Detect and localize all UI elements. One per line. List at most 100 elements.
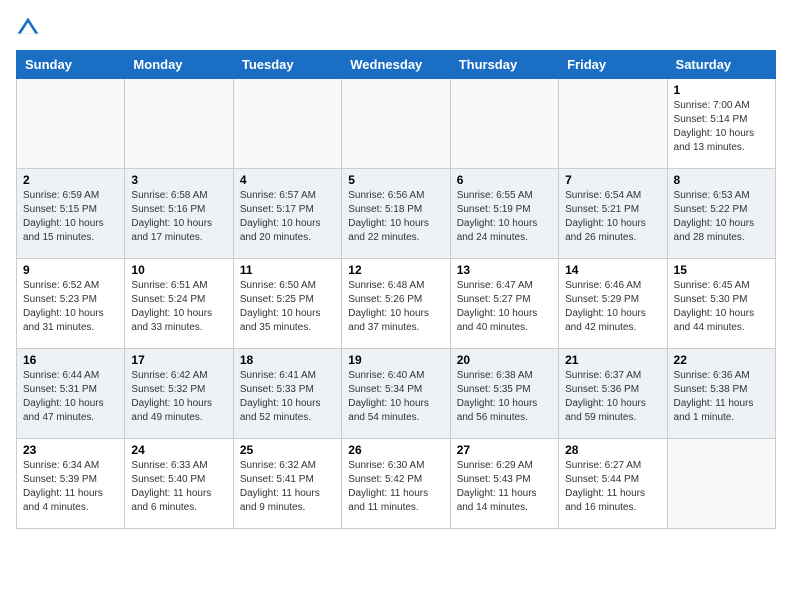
page-header [16, 16, 776, 40]
day-number: 21 [565, 353, 660, 367]
day-info: Sunrise: 6:41 AM Sunset: 5:33 PM Dayligh… [240, 369, 335, 425]
day-number: 22 [674, 353, 769, 367]
calendar-cell: 28 Sunrise: 6:27 AM Sunset: 5:44 PM Dayli… [559, 439, 667, 529]
day-number: 23 [23, 443, 118, 457]
calendar-cell: 19 Sunrise: 6:40 AM Sunset: 5:34 PM Dayli… [342, 349, 450, 439]
calendar-cell: 7 Sunrise: 6:54 AM Sunset: 5:21 PM Daylig… [559, 169, 667, 259]
calendar-week-row: 16 Sunrise: 6:44 AM Sunset: 5:31 PM Dayli… [17, 349, 776, 439]
calendar-cell: 2 Sunrise: 6:59 AM Sunset: 5:15 PM Daylig… [17, 169, 125, 259]
weekday-header: Sunday [17, 51, 125, 79]
weekday-header: Saturday [667, 51, 775, 79]
calendar-table: SundayMondayTuesdayWednesdayThursdayFrid… [16, 50, 776, 529]
calendar-cell: 5 Sunrise: 6:56 AM Sunset: 5:18 PM Daylig… [342, 169, 450, 259]
day-number: 24 [131, 443, 226, 457]
calendar-cell [450, 79, 558, 169]
day-info: Sunrise: 6:45 AM Sunset: 5:30 PM Dayligh… [674, 279, 769, 335]
calendar-cell: 16 Sunrise: 6:44 AM Sunset: 5:31 PM Dayli… [17, 349, 125, 439]
calendar-cell: 11 Sunrise: 6:50 AM Sunset: 5:25 PM Dayli… [233, 259, 341, 349]
day-number: 4 [240, 173, 335, 187]
day-number: 15 [674, 263, 769, 277]
day-info: Sunrise: 6:44 AM Sunset: 5:31 PM Dayligh… [23, 369, 118, 425]
calendar-cell: 26 Sunrise: 6:30 AM Sunset: 5:42 PM Dayli… [342, 439, 450, 529]
day-info: Sunrise: 6:53 AM Sunset: 5:22 PM Dayligh… [674, 189, 769, 245]
day-number: 14 [565, 263, 660, 277]
day-number: 17 [131, 353, 226, 367]
logo-icon [16, 16, 40, 40]
calendar-cell: 10 Sunrise: 6:51 AM Sunset: 5:24 PM Dayli… [125, 259, 233, 349]
day-info: Sunrise: 6:34 AM Sunset: 5:39 PM Dayligh… [23, 459, 118, 515]
day-info: Sunrise: 6:59 AM Sunset: 5:15 PM Dayligh… [23, 189, 118, 245]
weekday-header: Monday [125, 51, 233, 79]
calendar-cell [559, 79, 667, 169]
calendar-cell [17, 79, 125, 169]
day-number: 11 [240, 263, 335, 277]
calendar-cell: 15 Sunrise: 6:45 AM Sunset: 5:30 PM Dayli… [667, 259, 775, 349]
day-number: 7 [565, 173, 660, 187]
calendar-week-row: 2 Sunrise: 6:59 AM Sunset: 5:15 PM Daylig… [17, 169, 776, 259]
logo [16, 16, 44, 40]
calendar-cell: 1Sunrise: 7:00 AM Sunset: 5:14 PM Daylig… [667, 79, 775, 169]
day-info: Sunrise: 6:30 AM Sunset: 5:42 PM Dayligh… [348, 459, 443, 515]
calendar-cell: 23 Sunrise: 6:34 AM Sunset: 5:39 PM Dayli… [17, 439, 125, 529]
day-number: 6 [457, 173, 552, 187]
calendar-cell: 17 Sunrise: 6:42 AM Sunset: 5:32 PM Dayli… [125, 349, 233, 439]
day-info: Sunrise: 6:58 AM Sunset: 5:16 PM Dayligh… [131, 189, 226, 245]
day-info: Sunrise: 6:40 AM Sunset: 5:34 PM Dayligh… [348, 369, 443, 425]
calendar-cell: 21 Sunrise: 6:37 AM Sunset: 5:36 PM Dayli… [559, 349, 667, 439]
calendar-cell: 22 Sunrise: 6:36 AM Sunset: 5:38 PM Dayli… [667, 349, 775, 439]
day-info: Sunrise: 6:29 AM Sunset: 5:43 PM Dayligh… [457, 459, 552, 515]
calendar-cell: 12 Sunrise: 6:48 AM Sunset: 5:26 PM Dayli… [342, 259, 450, 349]
calendar-cell: 18 Sunrise: 6:41 AM Sunset: 5:33 PM Dayli… [233, 349, 341, 439]
day-info: Sunrise: 6:27 AM Sunset: 5:44 PM Dayligh… [565, 459, 660, 515]
day-info: Sunrise: 6:38 AM Sunset: 5:35 PM Dayligh… [457, 369, 552, 425]
day-number: 26 [348, 443, 443, 457]
day-number: 27 [457, 443, 552, 457]
day-info: Sunrise: 6:48 AM Sunset: 5:26 PM Dayligh… [348, 279, 443, 335]
weekday-header: Tuesday [233, 51, 341, 79]
calendar-cell [342, 79, 450, 169]
day-number: 10 [131, 263, 226, 277]
day-info: Sunrise: 7:00 AM Sunset: 5:14 PM Dayligh… [674, 99, 769, 155]
calendar-cell: 13 Sunrise: 6:47 AM Sunset: 5:27 PM Dayli… [450, 259, 558, 349]
day-info: Sunrise: 6:47 AM Sunset: 5:27 PM Dayligh… [457, 279, 552, 335]
day-number: 19 [348, 353, 443, 367]
calendar-week-row: 9Sunrise: 6:52 AM Sunset: 5:23 PM Daylig… [17, 259, 776, 349]
day-number: 8 [674, 173, 769, 187]
day-info: Sunrise: 6:33 AM Sunset: 5:40 PM Dayligh… [131, 459, 226, 515]
day-number: 25 [240, 443, 335, 457]
calendar-cell: 4 Sunrise: 6:57 AM Sunset: 5:17 PM Daylig… [233, 169, 341, 259]
weekday-header: Wednesday [342, 51, 450, 79]
calendar-cell: 8 Sunrise: 6:53 AM Sunset: 5:22 PM Daylig… [667, 169, 775, 259]
day-number: 16 [23, 353, 118, 367]
calendar-cell: 6 Sunrise: 6:55 AM Sunset: 5:19 PM Daylig… [450, 169, 558, 259]
day-info: Sunrise: 6:36 AM Sunset: 5:38 PM Dayligh… [674, 369, 769, 425]
day-number: 12 [348, 263, 443, 277]
day-info: Sunrise: 6:51 AM Sunset: 5:24 PM Dayligh… [131, 279, 226, 335]
calendar-cell [125, 79, 233, 169]
day-number: 18 [240, 353, 335, 367]
day-info: Sunrise: 6:55 AM Sunset: 5:19 PM Dayligh… [457, 189, 552, 245]
day-info: Sunrise: 6:32 AM Sunset: 5:41 PM Dayligh… [240, 459, 335, 515]
day-number: 9 [23, 263, 118, 277]
weekday-header: Thursday [450, 51, 558, 79]
day-info: Sunrise: 6:57 AM Sunset: 5:17 PM Dayligh… [240, 189, 335, 245]
day-number: 20 [457, 353, 552, 367]
calendar-cell: 9Sunrise: 6:52 AM Sunset: 5:23 PM Daylig… [17, 259, 125, 349]
day-info: Sunrise: 6:54 AM Sunset: 5:21 PM Dayligh… [565, 189, 660, 245]
day-info: Sunrise: 6:56 AM Sunset: 5:18 PM Dayligh… [348, 189, 443, 245]
day-info: Sunrise: 6:50 AM Sunset: 5:25 PM Dayligh… [240, 279, 335, 335]
day-number: 5 [348, 173, 443, 187]
calendar-cell [233, 79, 341, 169]
calendar-cell: 25 Sunrise: 6:32 AM Sunset: 5:41 PM Dayli… [233, 439, 341, 529]
day-info: Sunrise: 6:42 AM Sunset: 5:32 PM Dayligh… [131, 369, 226, 425]
calendar-cell: 20 Sunrise: 6:38 AM Sunset: 5:35 PM Dayli… [450, 349, 558, 439]
calendar-week-row: 1Sunrise: 7:00 AM Sunset: 5:14 PM Daylig… [17, 79, 776, 169]
day-info: Sunrise: 6:46 AM Sunset: 5:29 PM Dayligh… [565, 279, 660, 335]
day-number: 13 [457, 263, 552, 277]
calendar-cell: 3 Sunrise: 6:58 AM Sunset: 5:16 PM Daylig… [125, 169, 233, 259]
day-info: Sunrise: 6:37 AM Sunset: 5:36 PM Dayligh… [565, 369, 660, 425]
day-number: 3 [131, 173, 226, 187]
day-number: 28 [565, 443, 660, 457]
day-number: 2 [23, 173, 118, 187]
calendar-cell: 27 Sunrise: 6:29 AM Sunset: 5:43 PM Dayli… [450, 439, 558, 529]
